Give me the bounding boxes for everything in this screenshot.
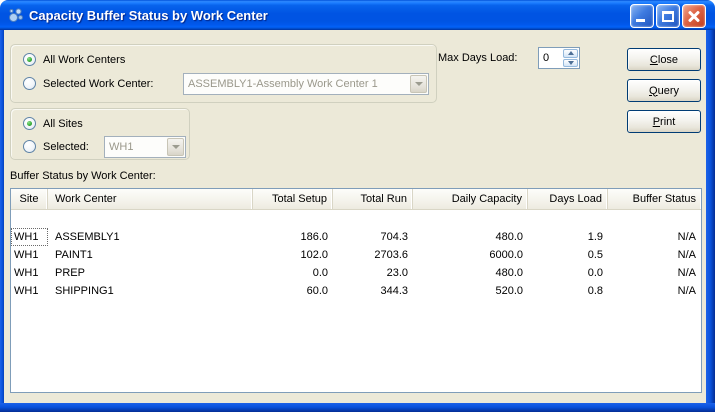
cell-site[interactable]	[11, 210, 48, 228]
column-header-days-load[interactable]: Days Load	[528, 189, 608, 209]
cell-work-center[interactable]: ASSEMBLY1	[48, 228, 253, 246]
radio-selected-work-center[interactable]: Selected Work Center:	[23, 77, 153, 90]
cell-site[interactable]: WH1	[11, 228, 48, 246]
cell-days-load[interactable]: 0.0	[528, 264, 608, 282]
column-header-work-center[interactable]: Work Center	[48, 189, 253, 209]
maximize-button[interactable]	[656, 4, 680, 28]
site-combobox-dropdown-button	[167, 138, 184, 156]
cell-daily-capacity[interactable]	[413, 210, 528, 228]
cell-total-run[interactable]: 2703.6	[333, 246, 413, 264]
radio-selected-site[interactable]: Selected:	[23, 140, 89, 153]
cell-buffer-status[interactable]	[608, 210, 701, 228]
close-window-button[interactable]	[682, 4, 706, 28]
column-header-total-run[interactable]: Total Run	[333, 189, 413, 209]
radio-unselected-icon[interactable]	[23, 77, 36, 90]
query-button[interactable]: Query	[627, 79, 701, 102]
cell-work-center[interactable]: PAINT1	[48, 246, 253, 264]
cell-buffer-status[interactable]: N/A	[608, 264, 701, 282]
dialog-client-area: All Work Centers Selected Work Center: A…	[4, 30, 706, 403]
radio-selected-icon[interactable]	[23, 53, 36, 66]
cell-buffer-status[interactable]: N/A	[608, 246, 701, 264]
radio-all-sites[interactable]: All Sites	[23, 117, 83, 130]
selected-work-center-label: Selected Work Center:	[43, 77, 154, 90]
site-combobox: WH1	[104, 136, 186, 158]
chevron-down-icon	[171, 145, 180, 149]
arrow-down-icon	[567, 60, 574, 65]
cell-buffer-status[interactable]: N/A	[608, 282, 701, 300]
cell-site[interactable]: WH1	[11, 264, 48, 282]
radio-unselected-icon[interactable]	[23, 140, 36, 153]
site-groupbox: All Sites Selected: WH1	[10, 108, 190, 160]
max-days-load-value[interactable]: 0	[539, 48, 563, 68]
cell-daily-capacity[interactable]: 480.0	[413, 264, 528, 282]
max-days-load-label: Max Days Load:	[438, 52, 518, 64]
selected-site-label: Selected:	[43, 140, 89, 153]
table-row: WH1 PAINT1 102.0 2703.6 6000.0 0.5 N/A	[11, 246, 701, 264]
cell-days-load[interactable]: 1.9	[528, 228, 608, 246]
print-button-label: Print	[652, 115, 676, 128]
cell-total-setup[interactable]: 186.0	[253, 228, 333, 246]
cell-days-load[interactable]	[528, 210, 608, 228]
spinner-buttons	[563, 49, 578, 67]
cell-daily-capacity[interactable]: 480.0	[413, 228, 528, 246]
cell-days-load[interactable]: 0.5	[528, 246, 608, 264]
arrow-up-icon	[567, 51, 574, 56]
cell-total-run[interactable]: 704.3	[333, 228, 413, 246]
column-header-site[interactable]: Site	[11, 189, 48, 209]
cell-total-setup[interactable]: 102.0	[253, 246, 333, 264]
table-row-template	[11, 210, 701, 228]
query-button-label: Query	[649, 84, 679, 97]
dialog-window: Capacity Buffer Status by Work Center Al…	[0, 0, 715, 412]
table-row: WH1 SHIPPING1 60.0 344.3 520.0 0.8 N/A	[11, 282, 701, 300]
maximize-icon	[662, 11, 674, 22]
cell-work-center[interactable]	[48, 210, 253, 228]
print-button[interactable]: Print	[627, 110, 701, 133]
cell-days-load[interactable]: 0.8	[528, 282, 608, 300]
close-button-label: Close	[649, 53, 679, 66]
window-title: Capacity Buffer Status by Work Center	[29, 7, 268, 23]
column-header-daily-capacity[interactable]: Daily Capacity	[413, 189, 528, 209]
work-center-combobox-dropdown-button	[410, 75, 427, 93]
cell-work-center[interactable]: PREP	[48, 264, 253, 282]
radio-all-work-centers[interactable]: All Work Centers	[23, 53, 125, 66]
minimize-button[interactable]	[630, 4, 654, 28]
spin-down-button[interactable]	[563, 58, 578, 67]
table-row: WH1 PREP 0.0 23.0 480.0 0.0 N/A	[11, 264, 701, 282]
minimize-icon	[636, 19, 645, 22]
grid-caption: Buffer Status by Work Center:	[10, 170, 156, 182]
cell-total-run[interactable]: 344.3	[333, 282, 413, 300]
cell-total-setup[interactable]	[253, 210, 333, 228]
work-center-combobox: ASSEMBLY1-Assembly Work Center 1	[183, 73, 429, 95]
site-combobox-value: WH1	[109, 141, 134, 153]
cell-buffer-status[interactable]: N/A	[608, 228, 701, 246]
column-header-total-setup[interactable]: Total Setup	[253, 189, 333, 209]
column-header-buffer-status[interactable]: Buffer Status	[608, 189, 701, 209]
all-work-centers-label: All Work Centers	[43, 53, 126, 66]
cell-daily-capacity[interactable]: 6000.0	[413, 246, 528, 264]
cell-daily-capacity[interactable]: 520.0	[413, 282, 528, 300]
table-row: WH1 ASSEMBLY1 186.0 704.3 480.0 1.9 N/A	[11, 228, 701, 246]
close-button[interactable]: Close	[627, 48, 701, 71]
work-center-combobox-value: ASSEMBLY1-Assembly Work Center 1	[188, 78, 378, 90]
window-border-bottom	[0, 403, 715, 412]
radio-selected-icon[interactable]	[23, 117, 36, 130]
cell-site[interactable]: WH1	[11, 246, 48, 264]
chevron-down-icon	[414, 82, 423, 86]
cell-total-setup[interactable]: 0.0	[253, 264, 333, 282]
cell-work-center[interactable]: SHIPPING1	[48, 282, 253, 300]
title-bar[interactable]: Capacity Buffer Status by Work Center	[0, 0, 715, 30]
work-center-groupbox: All Work Centers Selected Work Center: A…	[10, 44, 437, 103]
grid-header-row: Site Work Center Total Setup Total Run D…	[11, 189, 701, 210]
buffer-status-grid: Site Work Center Total Setup Total Run D…	[10, 188, 702, 393]
cell-site[interactable]: WH1	[11, 282, 48, 300]
spin-up-button[interactable]	[563, 49, 578, 58]
max-days-load-spinner[interactable]: 0	[538, 47, 580, 69]
cell-total-run[interactable]	[333, 210, 413, 228]
cell-total-setup[interactable]: 60.0	[253, 282, 333, 300]
app-molecule-icon	[9, 8, 23, 22]
window-controls	[630, 4, 706, 28]
window-border-right	[706, 30, 715, 412]
cell-total-run[interactable]: 23.0	[333, 264, 413, 282]
all-sites-label: All Sites	[43, 117, 83, 130]
